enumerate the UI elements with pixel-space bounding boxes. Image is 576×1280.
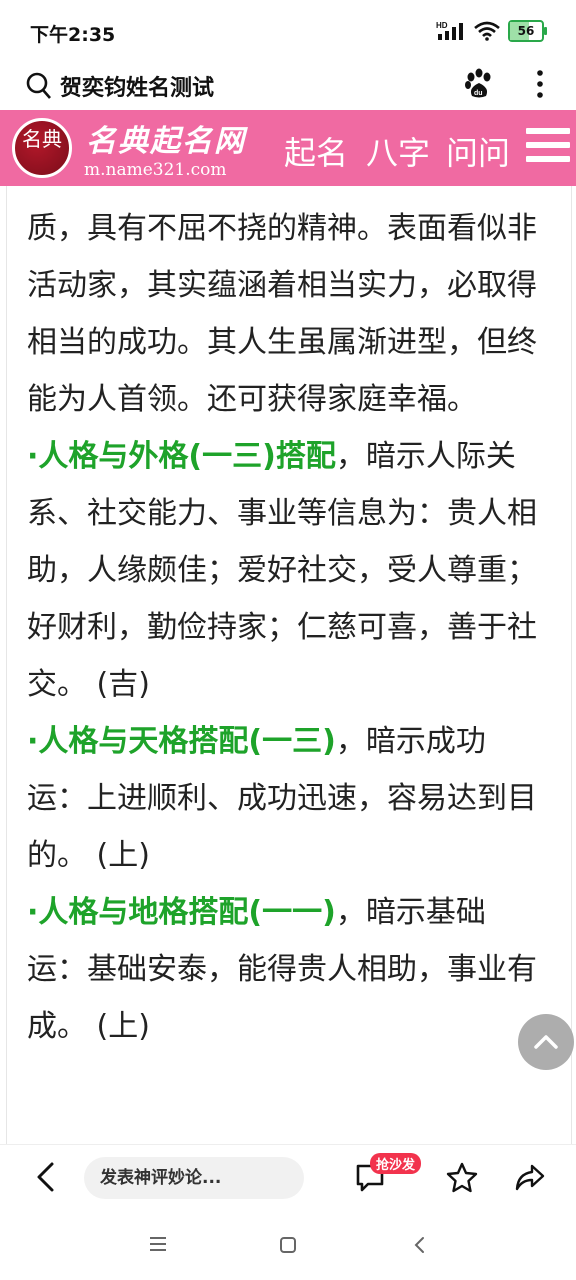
- comment-input[interactable]: 发表神评妙论...: [84, 1157, 304, 1199]
- nav-link-qiming[interactable]: 起名: [284, 128, 348, 174]
- site-header: 名典 名典起名网 m.name321.com 起名 八字 问问: [0, 110, 576, 186]
- section-text-waige: ，暗示人际关系、社交能力、事业等信息为：贵人相助，人缘颇佳；爱好社交，受人尊重；…: [27, 439, 537, 702]
- site-logo-name[interactable]: 名典起名网: [86, 116, 246, 160]
- more-options-icon[interactable]: [530, 68, 550, 100]
- svg-text:du: du: [474, 90, 483, 97]
- back-icon[interactable]: [34, 1161, 56, 1193]
- system-nav-bar: [0, 1212, 576, 1280]
- star-favorite-icon[interactable]: [446, 1161, 478, 1193]
- chevron-up-icon: [534, 1035, 558, 1049]
- home-icon[interactable]: [279, 1236, 297, 1254]
- nav-link-wenwen[interactable]: 问问: [446, 128, 510, 174]
- article-body: 质，具有不屈不挠的精神。表面看似非活动家，其实蕴涵着相当实力，必取得相当的成功。…: [27, 200, 541, 1055]
- status-bar: 下午2:35 HD 56: [0, 0, 576, 64]
- status-icons: HD 56: [436, 20, 547, 42]
- signal-icon: HD: [436, 21, 463, 40]
- status-time: 下午2:35: [30, 24, 116, 46]
- battery-icon: 56: [508, 20, 547, 42]
- nav-link-bazi[interactable]: 八字: [366, 128, 430, 174]
- scroll-to-top-button[interactable]: [518, 1014, 574, 1070]
- svg-text:HD: HD: [436, 21, 448, 30]
- article-intro: 质，具有不屈不挠的精神。表面看似非活动家，其实蕴涵着相当实力，必取得相当的成功。…: [27, 211, 537, 417]
- baidu-paw-icon[interactable]: du: [464, 68, 494, 100]
- section-heading-tiange: ·人格与天格搭配(一三): [27, 724, 336, 759]
- menu-hamburger-icon[interactable]: [526, 128, 570, 166]
- recent-apps-icon[interactable]: [148, 1236, 168, 1252]
- share-icon[interactable]: [514, 1161, 546, 1193]
- system-back-icon[interactable]: [412, 1236, 426, 1254]
- wifi-icon: [474, 21, 500, 41]
- search-icon[interactable]: [26, 72, 52, 100]
- browser-search-bar[interactable]: 贺奕钧姓名测试 du: [0, 64, 576, 110]
- search-query[interactable]: 贺奕钧姓名测试: [60, 70, 214, 102]
- site-logo-seal[interactable]: 名典: [12, 118, 72, 178]
- section-heading-dige: ·人格与地格搭配(一一): [27, 895, 336, 930]
- comment-badge: 抢沙发: [370, 1153, 422, 1174]
- battery-level: 56: [517, 24, 535, 38]
- bottom-toolbar: 发表神评妙论... 抢沙发: [0, 1144, 576, 1213]
- section-heading-waige: ·人格与外格(一三)搭配: [27, 439, 336, 474]
- site-logo-url: m.name321.com: [84, 160, 227, 180]
- article-content: 质，具有不屈不挠的精神。表面看似非活动家，其实蕴涵着相当实力，必取得相当的成功。…: [6, 186, 572, 1144]
